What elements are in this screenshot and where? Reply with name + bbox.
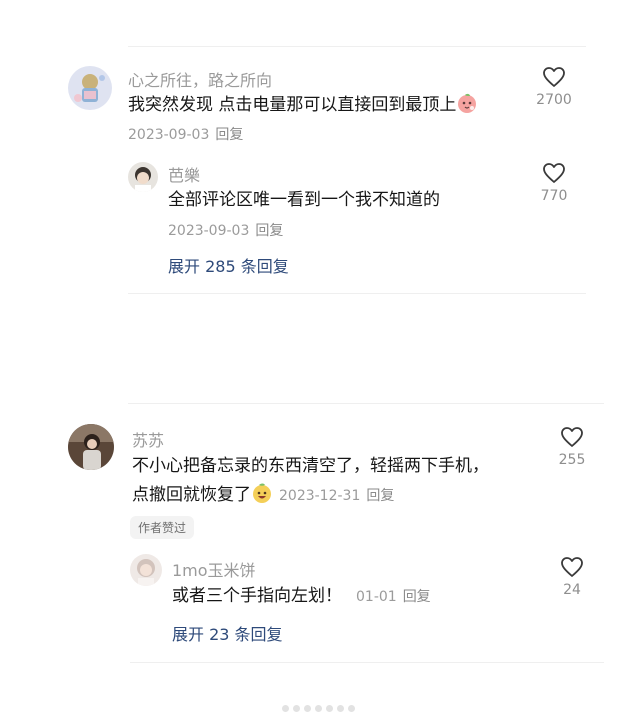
- like-button[interactable]: 24: [552, 556, 592, 598]
- heart-outline-icon: [543, 67, 565, 87]
- reply-meta: 2023-09-03 回复: [168, 220, 283, 240]
- comment-meta: 2023-09-03 回复: [128, 124, 243, 144]
- comment-text-line-1: 不小心把备忘录的东西清空了，轻摇两下手机，: [132, 456, 489, 476]
- page-dot: [315, 705, 322, 712]
- author-liked-badge: 作者赞过: [130, 516, 195, 539]
- section-divider: [128, 403, 604, 404]
- avatar[interactable]: [68, 66, 112, 110]
- page-dot: [293, 705, 300, 712]
- page-dot: [326, 705, 333, 712]
- expand-replies-button[interactable]: 展开 285 条回复: [168, 253, 289, 277]
- page-indicator: [282, 702, 366, 714]
- avatar[interactable]: [68, 424, 114, 470]
- reply-avatar[interactable]: [130, 554, 162, 586]
- page-dot: [282, 705, 289, 712]
- grinning-fruit-emoji-icon: [251, 482, 273, 511]
- reply-author[interactable]: 1mo玉米饼: [172, 557, 256, 581]
- page-dot: [348, 705, 355, 712]
- comment-text-line-2: 点撤回就恢复了 2023-12-31 回复: [132, 482, 394, 511]
- like-count: 255: [558, 452, 586, 468]
- like-count: 770: [540, 188, 568, 204]
- comment-divider: [128, 293, 586, 294]
- expand-replies-button[interactable]: 展开 23 条回复: [172, 621, 283, 645]
- like-button[interactable]: 2700: [534, 66, 574, 108]
- comment-author[interactable]: 苏苏: [132, 427, 164, 451]
- reply-text: 或者三个手指向左划！ 01-01 回复: [172, 584, 431, 609]
- heart-outline-icon: [561, 557, 583, 577]
- reply-button[interactable]: 回复: [403, 589, 431, 605]
- comment-date: 2023-09-03: [128, 127, 210, 143]
- peach-face-emoji-icon: [456, 92, 478, 121]
- reply-avatar[interactable]: [128, 162, 158, 192]
- reply-button[interactable]: 回复: [366, 488, 394, 504]
- comment-text-content: 我突然发现 点击电量那可以直接回到最顶上: [128, 95, 457, 115]
- reply-button[interactable]: 回复: [215, 127, 243, 143]
- heart-outline-icon: [561, 427, 583, 447]
- comment-text-content: 点撤回就恢复了: [132, 485, 251, 505]
- page-dot: [337, 705, 344, 712]
- like-button[interactable]: 255: [552, 426, 592, 468]
- reply-text-content: 或者三个手指向左划！: [172, 586, 342, 606]
- page-dot: [304, 705, 311, 712]
- top-divider: [128, 46, 586, 47]
- reply-button[interactable]: 回复: [255, 223, 283, 239]
- like-count: 24: [563, 582, 581, 598]
- reply-date: 01-01: [356, 589, 397, 605]
- comment-author[interactable]: 心之所往，路之所向: [128, 67, 272, 91]
- comment-text: 我突然发现 点击电量那可以直接回到最顶上: [128, 92, 478, 121]
- like-button[interactable]: 770: [534, 162, 574, 204]
- comment-divider: [130, 662, 604, 663]
- comment-date: 2023-12-31: [279, 488, 361, 504]
- heart-outline-icon: [543, 163, 565, 183]
- reply-date: 2023-09-03: [168, 223, 250, 239]
- reply-text: 全部评论区唯一看到一个我不知道的: [168, 190, 440, 210]
- reply-author[interactable]: 芭樂: [168, 162, 200, 186]
- like-count: 2700: [536, 92, 572, 108]
